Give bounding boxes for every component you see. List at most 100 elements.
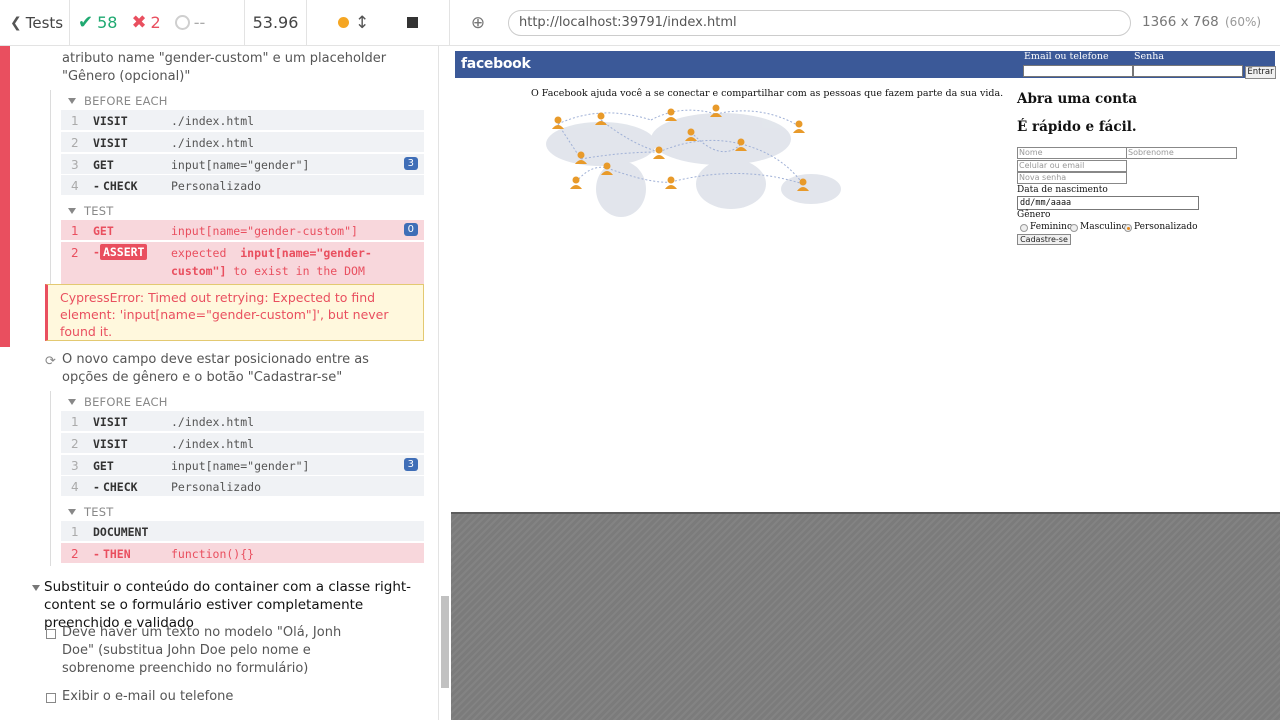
test-title[interactable]: Deve haver um texto no modelo "Olá, Jonh…	[62, 624, 362, 678]
command-number: 2	[71, 437, 79, 451]
command-row[interactable]: 2 VISIT ./index.html	[61, 433, 424, 454]
stop-icon[interactable]	[407, 17, 419, 28]
fb-logo: facebook	[461, 56, 531, 72]
passed-stat: ✔ 58	[78, 12, 117, 33]
new-password-input[interactable]: Nova senha	[1017, 172, 1127, 184]
command-message: input[name="gender-custom"]	[171, 224, 358, 238]
command-row[interactable]: 2 THEN function(){}	[61, 543, 424, 564]
pending-circle-icon	[174, 15, 190, 30]
pending-stat: --	[174, 13, 206, 32]
cypress-runner: ❮ Tests ✔ 58 ✖ 2 -- 53.96 ↕ atributo nam…	[0, 0, 1280, 720]
element-count-badge: 3	[403, 157, 418, 170]
test-checkbox-icon	[46, 693, 56, 703]
gender-male-radio[interactable]	[1070, 224, 1078, 232]
gender-label: Gênero	[1017, 210, 1051, 220]
hook-label: BEFORE EACH	[84, 94, 168, 108]
x-icon: ✖	[131, 12, 147, 33]
gender-custom-label: Personalizado	[1134, 222, 1198, 232]
back-label: Tests	[25, 13, 64, 32]
command-row[interactable]: 1 VISIT ./index.html	[61, 411, 424, 432]
viewport-scale: (60%)	[1225, 15, 1262, 29]
command-name: VISIT	[93, 136, 128, 150]
hook-before-each[interactable]: BEFORE EACH	[68, 94, 168, 108]
command-row[interactable]: 1 DOCUMENT	[61, 521, 424, 542]
caret-down-icon	[32, 585, 40, 591]
command-number: 1	[71, 525, 79, 539]
aut-empty-area	[451, 514, 1280, 720]
command-message: ./index.html	[171, 415, 255, 429]
failed-stat: ✖ 2	[131, 12, 160, 33]
login-button[interactable]: Entrar	[1245, 66, 1276, 79]
viewport-info[interactable]: 1366 x 768 (60%)	[1142, 14, 1261, 30]
command-row[interactable]: 2 VISIT ./index.html	[61, 132, 424, 153]
command-number: 3	[71, 459, 79, 473]
selector-playground-icon[interactable]: ⊕	[468, 13, 488, 33]
birthdate-label: Data de nascimento	[1017, 185, 1108, 195]
element-count-badge: 0	[403, 223, 418, 236]
command-number: 1	[71, 224, 79, 238]
hook-test[interactable]: TEST	[68, 505, 113, 519]
command-row[interactable]: 4 CHECK Personalizado	[61, 175, 424, 196]
command-row[interactable]: 4 CHECK Personalizado	[61, 476, 424, 497]
command-row[interactable]: 3 GET input[name="gender"] 3	[61, 455, 424, 476]
test-title[interactable]: Exibir o e-mail ou telefone	[62, 688, 402, 706]
divider	[50, 391, 51, 566]
command-row[interactable]: 1 VISIT ./index.html	[61, 110, 424, 131]
test-checkbox-icon	[46, 629, 56, 639]
reporter-body: atributo name "gender-custom" e um place…	[0, 46, 438, 720]
runner-controls: ↕	[307, 0, 449, 45]
hook-before-each[interactable]: BEFORE EACH	[68, 395, 168, 409]
signup-submit-button[interactable]: Cadastre-se	[1017, 234, 1071, 245]
gender-female-radio[interactable]	[1020, 224, 1028, 232]
back-to-tests-button[interactable]: ❮ Tests	[0, 0, 70, 45]
reporter-scrollbar[interactable]	[438, 46, 450, 720]
failed-test-indicator	[0, 46, 10, 347]
command-message: ./index.html	[171, 437, 255, 451]
caret-down-icon	[68, 399, 76, 405]
caret-down-icon	[68, 98, 76, 104]
check-icon: ✔	[78, 12, 94, 33]
pending-count: --	[193, 13, 206, 32]
command-number: 2	[71, 547, 79, 561]
command-number: 1	[71, 415, 79, 429]
gender-male-label: Masculino	[1080, 222, 1128, 232]
login-email-input[interactable]	[1023, 65, 1133, 77]
reporter-header: ❮ Tests ✔ 58 ✖ 2 -- 53.96 ↕	[0, 0, 450, 46]
app-under-test: facebook Email ou telefone Senha Entrar …	[451, 46, 1280, 514]
command-message: ./index.html	[171, 136, 255, 150]
last-name-input[interactable]: Sobrenome	[1126, 147, 1237, 159]
command-name: GET	[93, 158, 114, 172]
command-message: function(){}	[171, 547, 255, 561]
command-name: CHECK	[93, 480, 138, 494]
caret-down-icon	[68, 208, 76, 214]
phone-email-input[interactable]: Celular ou email	[1017, 160, 1127, 172]
birthdate-input[interactable]: dd/mm/aaaa	[1017, 196, 1199, 210]
command-name: - ASSERT	[93, 244, 148, 260]
command-row[interactable]: 3 GET input[name="gender"] 3	[61, 154, 424, 175]
login-password-input[interactable]	[1133, 65, 1243, 77]
command-message: input[name="gender"]	[171, 158, 310, 172]
gender-female-label: Feminino	[1030, 222, 1073, 232]
command-message: input[name="gender"]	[171, 459, 310, 473]
first-name-input[interactable]: Nome	[1017, 147, 1127, 159]
test-title[interactable]: atributo name "gender-custom" e um place…	[62, 50, 402, 86]
command-name: VISIT	[93, 114, 128, 128]
gender-custom-radio[interactable]	[1124, 224, 1132, 232]
url-bar[interactable]: http://localhost:39791/index.html	[508, 10, 1131, 36]
viewport-size: 1366 x 768	[1142, 14, 1219, 30]
assert-expectation: to exist in the DOM	[233, 264, 365, 278]
world-map	[546, 113, 841, 217]
command-name: VISIT	[93, 415, 128, 429]
command-number: 4	[71, 179, 79, 193]
senha-label: Senha	[1134, 51, 1165, 62]
email-label: Email ou telefone	[1024, 51, 1109, 62]
command-row[interactable]: 1 GET input[name="gender-custom"] 0	[61, 220, 424, 241]
hook-test[interactable]: TEST	[68, 204, 113, 218]
command-name: GET	[93, 459, 114, 473]
assert-expected: expected	[171, 246, 227, 260]
scrollbar-thumb[interactable]	[441, 596, 449, 688]
status-dot-icon	[337, 17, 349, 28]
chevron-left-icon: ❮	[10, 14, 22, 31]
auto-scroll-toggle[interactable]: ↕	[337, 13, 369, 33]
test-title[interactable]: O novo campo deve estar posicionado entr…	[62, 351, 402, 387]
